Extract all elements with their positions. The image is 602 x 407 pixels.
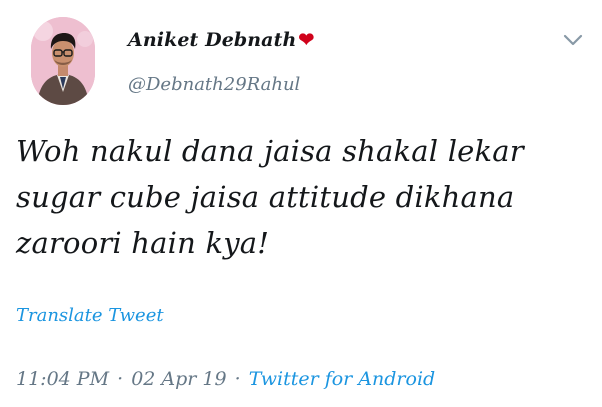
- tweet-text: Woh nakul dana jaisa shakal lekar sugar …: [16, 134, 524, 260]
- tweet-source-link[interactable]: Twitter for Android: [249, 368, 435, 390]
- meta-separator: ·: [117, 368, 124, 390]
- author-name[interactable]: Aniket Debnath ❤: [128, 29, 314, 51]
- translate-tweet-link[interactable]: Translate Tweet: [16, 305, 164, 326]
- tweet-date[interactable]: 02 Apr 19: [131, 368, 226, 390]
- user-avatar-photo: [31, 17, 95, 105]
- heart-icon: ❤: [298, 29, 315, 51]
- chevron-down-icon[interactable]: [562, 33, 584, 47]
- author-handle[interactable]: @Debnath29Rahul: [128, 74, 300, 95]
- author-name-text: Aniket Debnath: [128, 29, 297, 51]
- avatar[interactable]: [31, 17, 95, 105]
- tweet-time[interactable]: 11:04 PM: [16, 368, 109, 390]
- tweet-card: Aniket Debnath ❤ @Debnath29Rahul Woh naku…: [0, 0, 602, 407]
- tweet-meta: 11:04 PM · 02 Apr 19 · Twitter for Andro…: [16, 368, 435, 390]
- meta-separator: ·: [234, 368, 241, 390]
